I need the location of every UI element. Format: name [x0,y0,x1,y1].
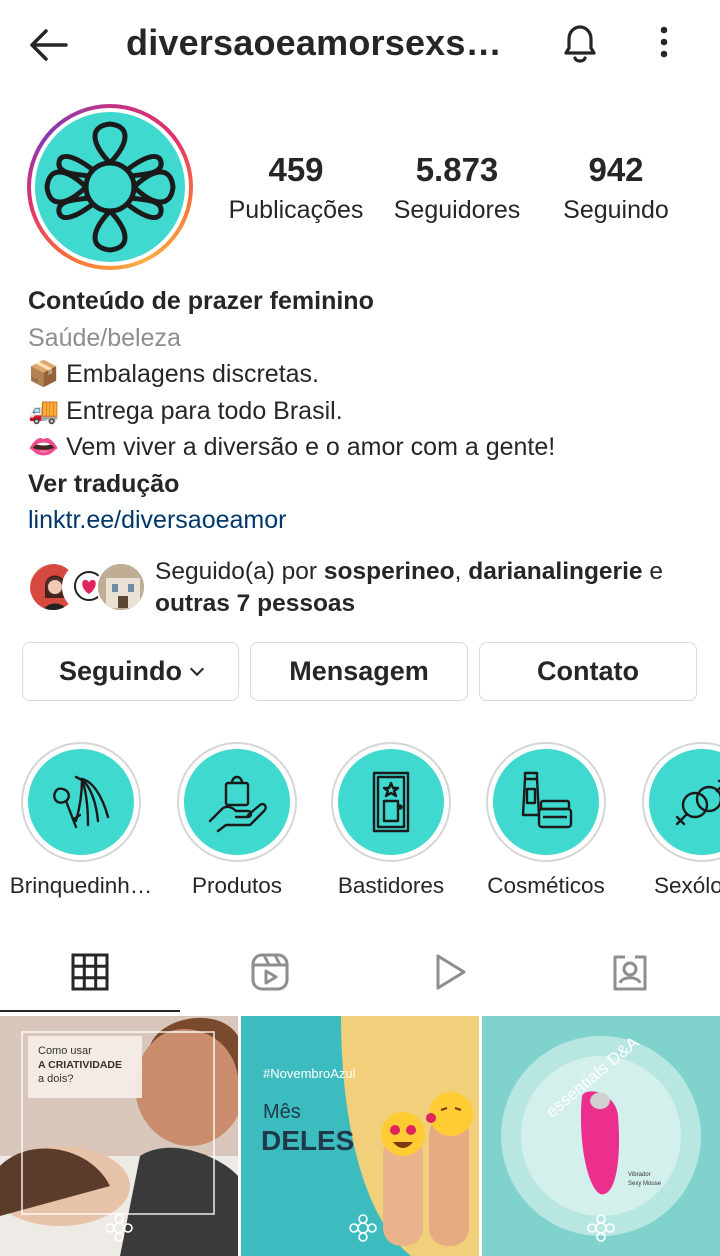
highlight-item[interactable]: Bastidores [316,742,466,900]
profile-category: Saúde/beleza [28,323,181,352]
tab-tagged[interactable] [540,940,720,1012]
posts-count: 459 [268,151,324,188]
reels-icon [251,953,289,991]
posts-label: Publicações [228,196,364,224]
stat-followers[interactable]: 5.873 Seguidores [382,150,532,230]
lips-emoji-icon: 👄 [28,433,60,461]
follower-user[interactable]: sosperineo [324,558,455,585]
posts-grid: Como usar A CRIATIVIDADE a dois? #Novemb… [0,1016,720,1256]
following-label: Seguindo [563,196,669,224]
profile-tabs [0,940,720,1014]
arrow-left-icon[interactable] [26,22,72,68]
post-thumbnail[interactable]: Como usar A CRIATIVIDADE a dois? [0,1016,238,1256]
followers-label: Seguidores [393,196,521,224]
post-caption: #NovembroAzul [263,1066,356,1081]
highlight-item[interactable]: Produtos [162,742,312,900]
cosmetics-icon [521,771,573,829]
highlight-item[interactable]: Sexólo [630,742,720,900]
stat-posts[interactable]: 459 Publicações [216,150,376,230]
bio-line: 🚚 Entrega para todo Brasil. [28,396,343,425]
follower-user[interactable]: darianalingerie [468,558,642,585]
story-ring[interactable] [27,104,193,270]
top-bar: diversaoeamorsexs… [0,0,720,90]
message-button[interactable]: Mensagem [250,642,468,701]
followed-by[interactable]: Seguido(a) por sosperineo, darianalinger… [28,556,718,626]
followed-by-text: Seguido(a) por sosperineo, darianalinger… [155,558,663,617]
bio-line: 📦 Embalagens discretas. [28,360,319,388]
highlight-label: Sexólo [654,873,720,898]
toys-icon [53,775,110,829]
tab-posts[interactable] [0,940,180,1012]
post-thumbnail[interactable]: #NovembroAzul Mês DELES [241,1016,479,1256]
post-caption: Como usar [38,1045,92,1057]
highlight-label: Cosméticos [487,873,605,898]
brand-logo-icon [44,121,176,253]
see-translation-link[interactable]: Ver tradução [28,466,708,503]
more-vertical-icon[interactable] [650,22,678,66]
profile-avatar [35,112,185,262]
following-count: 942 [588,151,644,188]
bio-link[interactable]: linktr.ee/diversaoeamor [28,502,708,539]
highlight-item[interactable]: Brinquedinh… [6,742,156,900]
chevron-down-icon [189,661,205,677]
profile-username: diversaoeamorsexs… [126,22,502,63]
post-caption: Mês [263,1101,301,1123]
profile-name: Conteúdo de prazer feminino [28,287,374,315]
following-button[interactable]: Seguindo [22,642,239,701]
followers-others[interactable]: outras 7 pessoas [155,590,355,617]
highlight-label: Produtos [191,873,283,898]
door-star-icon [372,771,410,833]
profile-bio: Conteúdo de prazer feminino Saúde/beleza… [28,283,708,539]
post-caption: A CRIATIVIDADE [38,1059,122,1071]
post-caption: Vibrador [628,1172,651,1178]
grid-icon [71,953,109,991]
follower-avatars [28,562,146,612]
video-play-icon [436,954,466,990]
avatar [96,562,146,612]
tab-reels[interactable] [180,940,360,1012]
tab-videos[interactable] [360,940,540,1012]
contact-button[interactable]: Contato [479,642,697,701]
box-emoji-icon: 📦 [28,360,60,388]
post-caption: Sexy Mouse [628,1181,662,1187]
bell-icon[interactable] [558,20,602,66]
highlight-label: Bastidores [337,873,445,898]
post-thumbnail[interactable]: essentials D&A Vibrador Sexy Mouse [482,1016,720,1256]
highlight-item[interactable]: Cosméticos [471,742,621,900]
post-caption: a dois? [38,1073,73,1085]
tagged-icon [613,955,647,991]
highlight-label: Brinquedinh… [9,873,153,898]
stat-following[interactable]: 942 Seguindo [546,150,686,230]
followers-count: 5.873 [415,151,499,188]
gender-symbols-icon [675,779,720,826]
truck-emoji-icon: 🚚 [28,396,60,425]
bio-line: 👄 Vem viver a diversão e o amor com a ge… [28,433,556,461]
post-caption: DELES [261,1125,354,1156]
shopping-bag-hand-icon [208,775,267,833]
